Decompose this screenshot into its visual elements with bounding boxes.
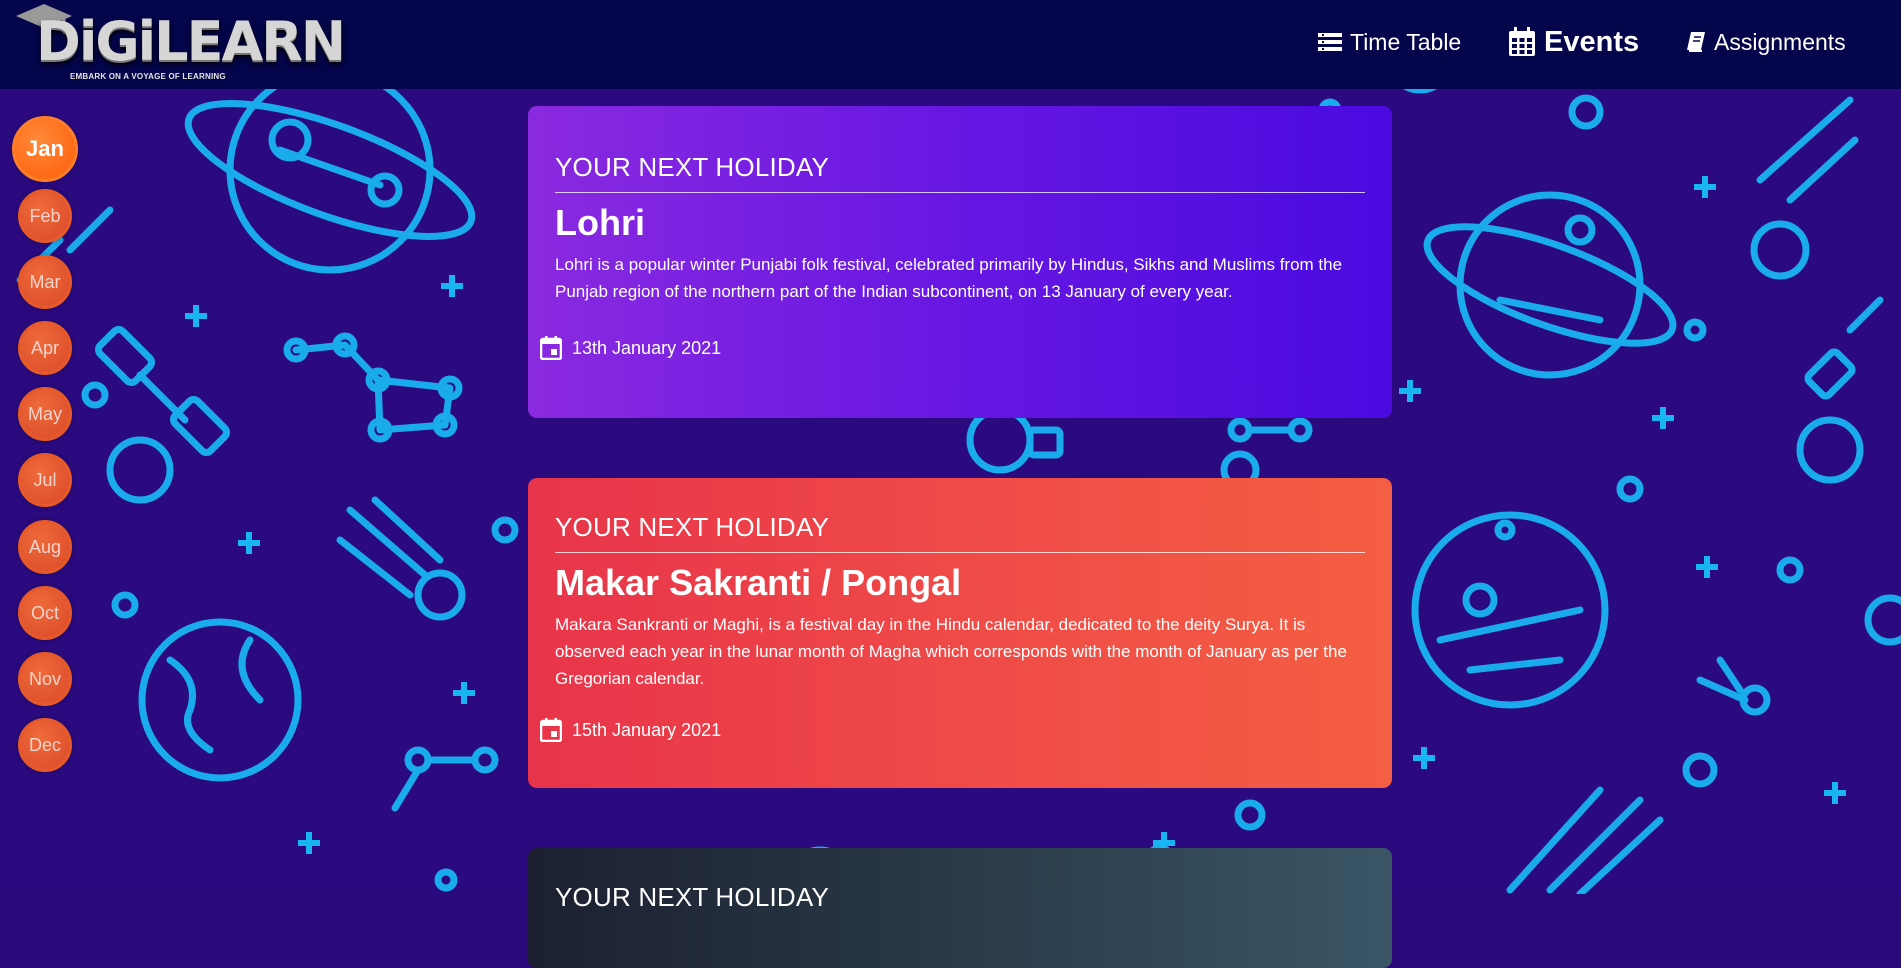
event-date-icon <box>540 336 562 360</box>
month-may[interactable]: May <box>18 387 72 441</box>
event-date-icon <box>540 718 562 742</box>
holiday-kicker: YOUR NEXT HOLIDAY <box>555 152 830 182</box>
holiday-date: 13th January 2021 <box>572 337 722 358</box>
brand-name: DiGiLEARN <box>36 10 346 73</box>
nav-events-link[interactable]: Events <box>1508 22 1639 62</box>
nav-timetable-link[interactable]: Time Table <box>1318 22 1461 62</box>
top-navbar: DiGiLEARN EMBARK ON A VOYAGE OF LEARNING… <box>0 0 1901 89</box>
calendar-icon <box>1509 27 1535 56</box>
list-icon <box>1318 33 1342 51</box>
divider <box>555 192 1365 193</box>
brand-tagline: EMBARK ON A VOYAGE OF LEARNING <box>70 72 226 81</box>
month-mar[interactable]: Mar <box>18 255 72 309</box>
holiday-kicker: YOUR NEXT HOLIDAY <box>555 882 830 912</box>
holiday-description: Makara Sankranti or Maghi, is a festival… <box>555 615 1347 688</box>
holiday-title: Lohri <box>555 202 645 243</box>
month-apr[interactable]: Apr <box>18 321 72 375</box>
month-feb[interactable]: Feb <box>18 189 72 243</box>
holiday-kicker: YOUR NEXT HOLIDAY <box>555 512 830 542</box>
month-aug[interactable]: Aug <box>18 520 72 574</box>
divider <box>555 552 1365 553</box>
month-jan[interactable]: Jan <box>12 116 78 182</box>
holiday-card: YOUR NEXT HOLIDAY Makar Sakranti / Ponga… <box>528 478 1392 788</box>
holiday-description: Lohri is a popular winter Punjabi folk f… <box>555 255 1343 301</box>
holiday-card: YOUR NEXT HOLIDAY Lohri Lohri is a popul… <box>528 106 1392 418</box>
month-jul[interactable]: Jul <box>18 453 72 507</box>
holiday-date-row: 13th January 2021 <box>540 336 721 360</box>
holiday-date: 15th January 2021 <box>572 719 722 740</box>
month-oct[interactable]: Oct <box>18 586 72 640</box>
book-icon <box>1687 32 1705 52</box>
holiday-date-row: 15th January 2021 <box>540 718 721 742</box>
month-dec[interactable]: Dec <box>18 718 72 772</box>
holiday-title: Makar Sakranti / Pongal <box>555 562 962 603</box>
month-nov[interactable]: Nov <box>18 652 72 706</box>
nav-assignments-label: Assignments <box>1714 28 1846 55</box>
holiday-card: YOUR NEXT HOLIDAY <box>528 848 1392 968</box>
nav-assignments-link[interactable]: Assignments <box>1686 22 1846 62</box>
brand-logo[interactable]: DiGiLEARN EMBARK ON A VOYAGE OF LEARNING <box>14 2 346 84</box>
nav-timetable-label: Time Table <box>1350 28 1462 55</box>
nav-events-label: Events <box>1544 25 1640 58</box>
